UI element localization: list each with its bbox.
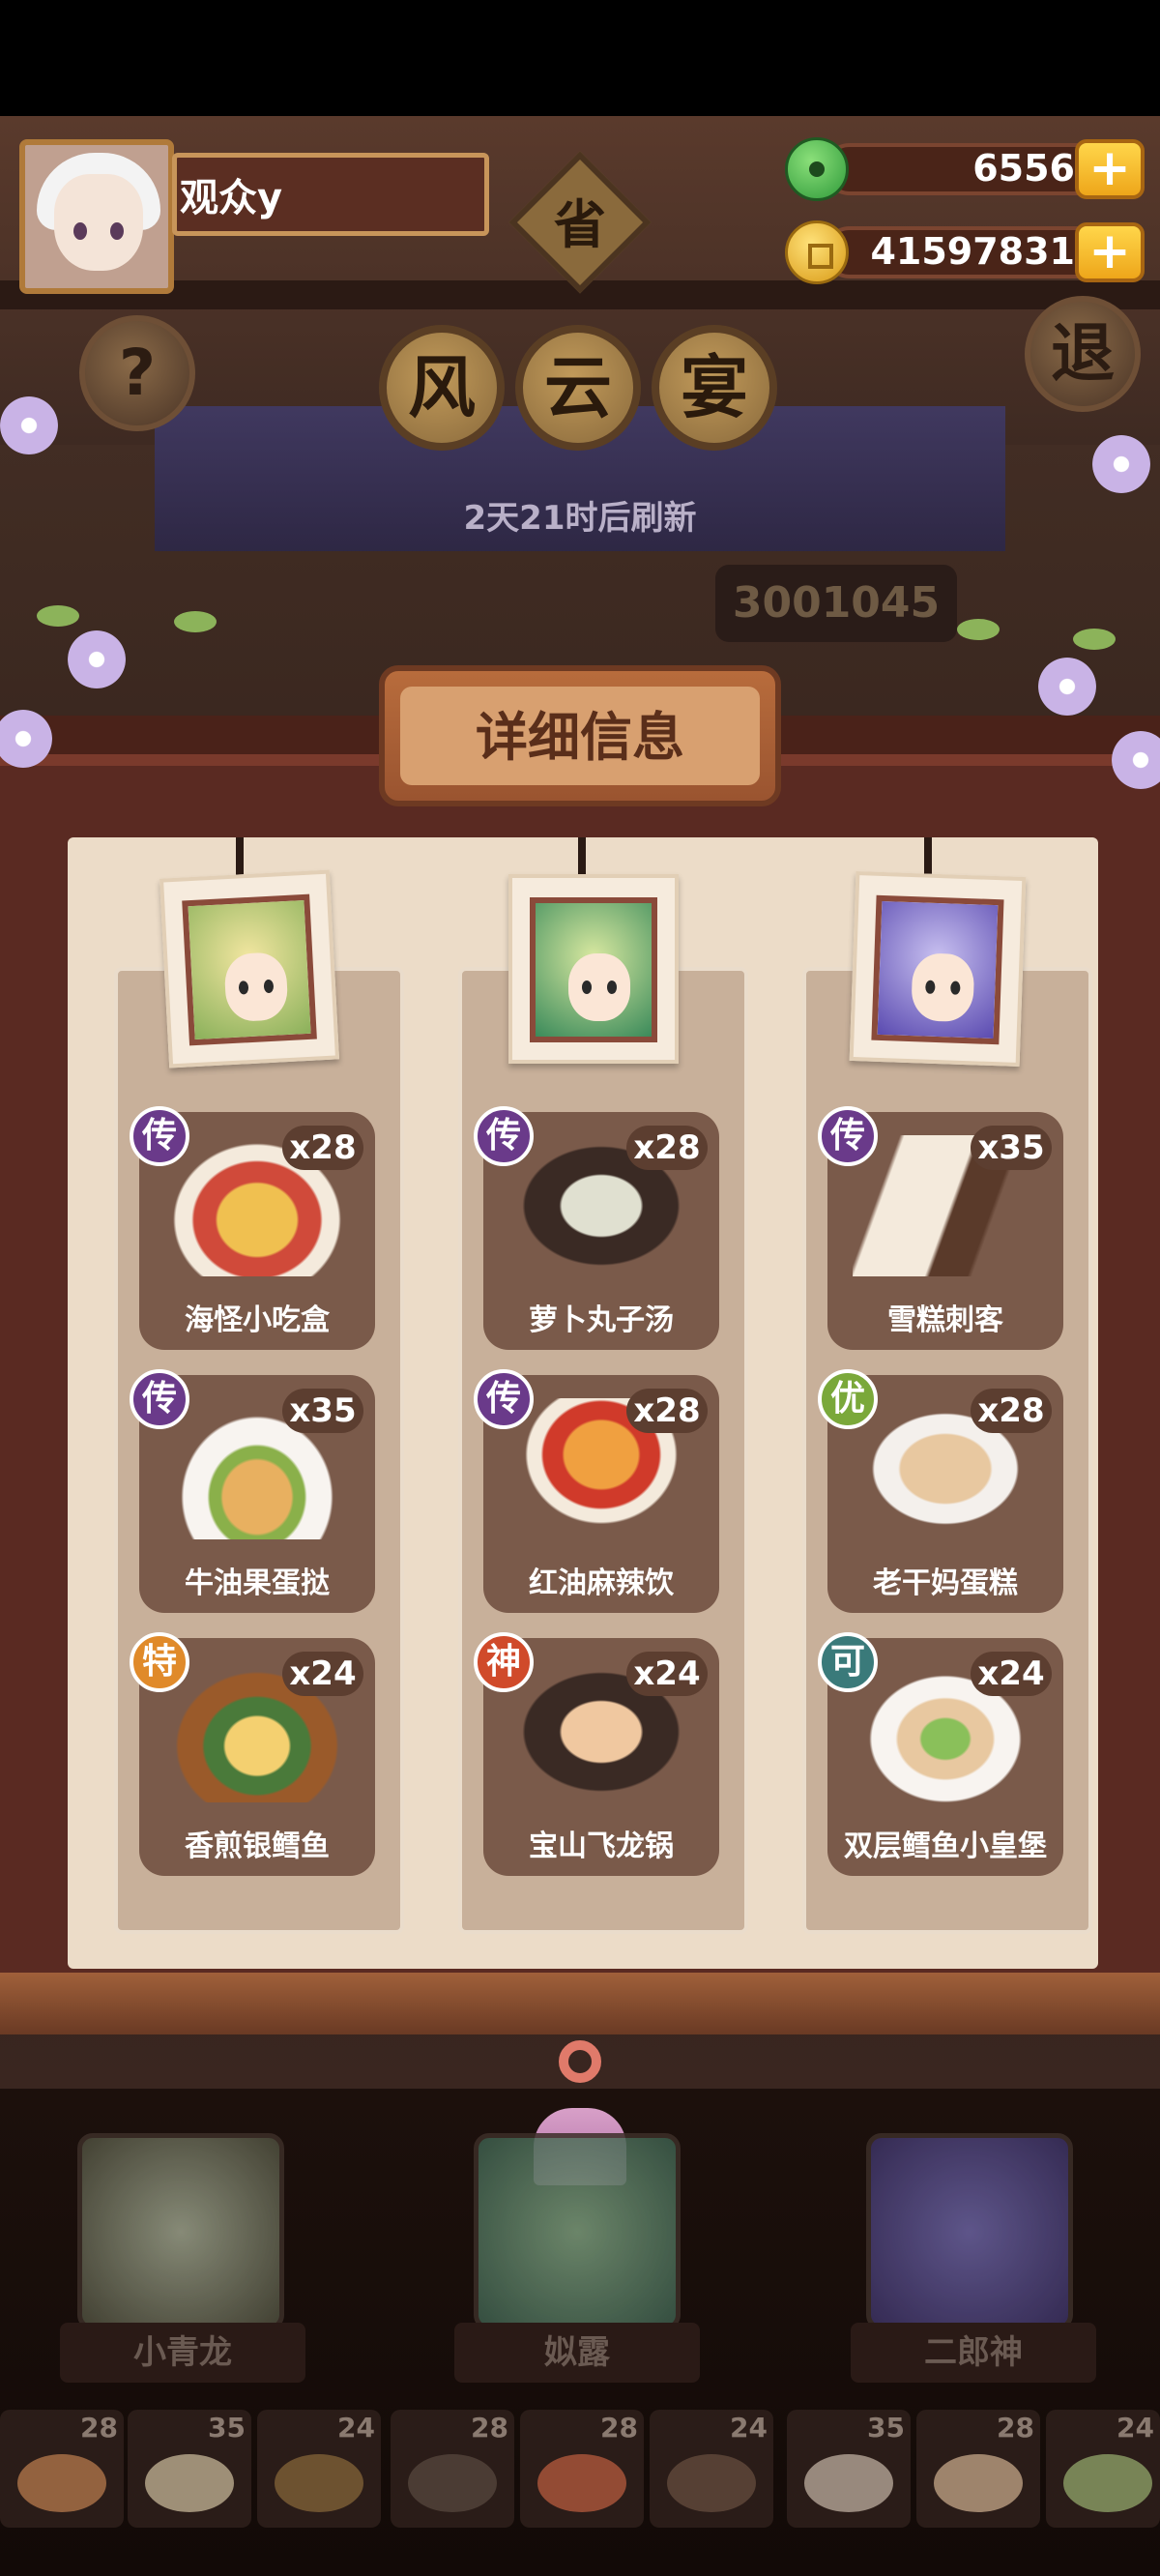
dish-slot[interactable]: 24 — [650, 2410, 773, 2528]
flower-icon — [1038, 658, 1096, 716]
dish-slot[interactable]: 28 — [0, 2410, 124, 2528]
flower-icon — [0, 396, 58, 454]
flower-icon — [1092, 435, 1150, 493]
rarity-badge: 神 — [474, 1632, 534, 1692]
rarity-badge: 传 — [130, 1106, 189, 1166]
dish-slot[interactable]: 35 — [128, 2410, 251, 2528]
dish-name: 香煎银鳕鱼 — [185, 1830, 330, 1863]
dish-card[interactable]: x28 传 海怪小吃盒 — [130, 1106, 375, 1350]
score-display: 3001045 — [715, 565, 957, 642]
dish-slot[interactable]: 35 — [787, 2410, 911, 2528]
jade-currency: 6556 + — [785, 137, 1152, 201]
dish-slot[interactable]: 24 — [257, 2410, 381, 2528]
dish-card[interactable]: x35 传 牛油果蛋挞 — [130, 1369, 375, 1613]
dish-name: 双层鳕鱼小皇堡 — [844, 1830, 1047, 1863]
refresh-timer: 2天21时后刷新 — [463, 499, 697, 538]
character-portrait-3[interactable] — [849, 870, 1027, 1068]
title-char-1: 风 — [379, 325, 505, 451]
dish-name: 牛油果蛋挞 — [185, 1566, 330, 1600]
character-name-3[interactable]: 二郎神 — [851, 2323, 1096, 2383]
dish-card[interactable]: x35 传 雪糕刺客 — [818, 1106, 1063, 1350]
province-char: 省 — [554, 194, 606, 255]
add-jade-button[interactable]: + — [1075, 139, 1145, 199]
panel-bottom-beam — [0, 1973, 1160, 2034]
help-button[interactable]: ? — [79, 315, 195, 431]
dish-card[interactable]: x28 传 红油麻辣饮 — [474, 1369, 719, 1613]
dish-name: 海怪小吃盒 — [185, 1303, 330, 1337]
dish-card[interactable]: x24 特 香煎银鳕鱼 — [130, 1632, 375, 1876]
character-card-2[interactable] — [474, 2133, 681, 2330]
leaf — [957, 619, 1000, 640]
character-portrait-1[interactable] — [159, 869, 340, 1068]
dish-name: 红油麻辣饮 — [529, 1566, 674, 1600]
character-card-1[interactable] — [77, 2133, 284, 2330]
flower-icon — [68, 630, 126, 688]
character-name-2[interactable]: 姒露 — [454, 2323, 700, 2383]
leaf — [174, 611, 217, 632]
title-char-3: 宴 — [652, 325, 777, 451]
dish-slot[interactable]: 24 — [1046, 2410, 1160, 2528]
exit-label: 退 — [1051, 316, 1115, 391]
exit-button[interactable]: 退 — [1025, 296, 1141, 412]
dish-slot[interactable]: 28 — [520, 2410, 644, 2528]
dish-name: 老干妈蛋糕 — [873, 1566, 1018, 1600]
dish-name: 宝山飞龙锅 — [529, 1830, 674, 1863]
rarity-badge: 传 — [474, 1106, 534, 1166]
game-scene: 观众y 6556 + 41597831 + 省 ? 退 风 云 宴 2天21时后… — [0, 0, 1160, 2576]
status-bar-area — [0, 0, 1160, 116]
rarity-badge: 优 — [818, 1369, 878, 1429]
player-name: 观众y — [180, 176, 283, 220]
player-avatar[interactable] — [19, 139, 174, 294]
dish-card[interactable]: x24 神 宝山飞龙锅 — [474, 1632, 719, 1876]
leaf — [37, 605, 79, 627]
panel-title: 详细信息 — [476, 707, 684, 768]
jade-icon — [785, 137, 849, 201]
coin-icon — [785, 220, 849, 284]
add-coin-button[interactable]: + — [1075, 222, 1145, 282]
title-char-2: 云 — [515, 325, 641, 451]
knot-ornament — [534, 2040, 626, 2185]
dish-name: 萝卜丸子汤 — [529, 1303, 674, 1337]
coin-amount: 41597831 — [870, 230, 1075, 273]
rarity-badge: 传 — [474, 1369, 534, 1429]
dish-name: 雪糕刺客 — [887, 1303, 1003, 1337]
rarity-badge: 传 — [818, 1106, 878, 1166]
character-card-3[interactable] — [866, 2133, 1073, 2330]
character-name-1[interactable]: 小青龙 — [60, 2323, 305, 2383]
character-portrait-2[interactable] — [508, 874, 679, 1064]
dish-card[interactable]: x24 可 双层鳕鱼小皇堡 — [818, 1632, 1063, 1876]
coin-currency: 41597831 + — [785, 220, 1152, 284]
dish-card[interactable]: x28 优 老干妈蛋糕 — [818, 1369, 1063, 1613]
rarity-badge: 传 — [130, 1369, 189, 1429]
rarity-badge: 可 — [818, 1632, 878, 1692]
question-icon: ? — [118, 336, 157, 410]
dish-slot[interactable]: 28 — [916, 2410, 1040, 2528]
rarity-badge: 特 — [130, 1632, 189, 1692]
leaf — [1073, 629, 1116, 650]
jade-amount: 6556 — [972, 147, 1075, 190]
dish-card[interactable]: x28 传 萝卜丸子汤 — [474, 1106, 719, 1350]
dish-slot[interactable]: 28 — [391, 2410, 514, 2528]
